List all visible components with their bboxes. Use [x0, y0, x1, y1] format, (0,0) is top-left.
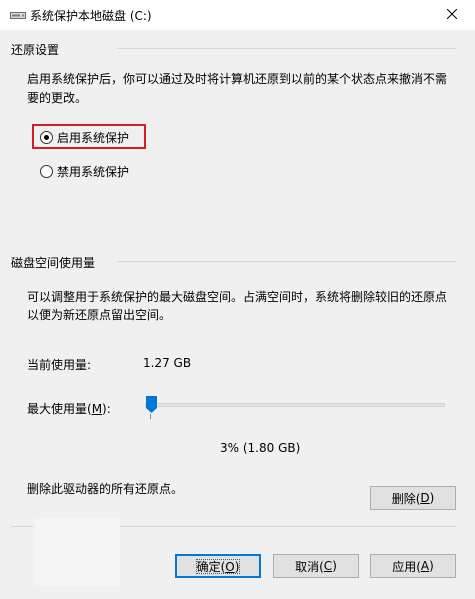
- drive-icon: [10, 12, 26, 19]
- restore-settings-separator: [117, 48, 456, 49]
- apply-button[interactable]: 应用(A): [370, 554, 456, 578]
- restore-description-line1: 启用系统保护后，你可以通过及时将计算机还原到以前的某个状态点来撤消不需: [27, 72, 448, 86]
- max-usage-slider-track[interactable]: [145, 403, 445, 407]
- radio-enable-label: 启用系统保护: [57, 131, 130, 145]
- obscured-area: [34, 518, 120, 586]
- close-button[interactable]: [437, 2, 467, 26]
- radio-disable-protection[interactable]: 禁用系统保护: [40, 163, 129, 180]
- title-bar: 系统保护本地磁盘 (C:): [0, 0, 475, 31]
- window-title: 系统保护本地磁盘 (C:): [30, 9, 152, 23]
- radio-enable-protection[interactable]: 启用系统保护: [40, 129, 129, 146]
- slider-tick: [150, 414, 151, 419]
- cancel-button[interactable]: 取消(C): [273, 554, 359, 578]
- radio-unselected-icon: [40, 165, 53, 178]
- restore-description-line2: 要的更改。: [27, 91, 88, 105]
- disk-usage-heading: 磁盘空间使用量: [11, 256, 96, 270]
- max-usage-value: 3% (1.80 GB): [220, 441, 301, 455]
- delete-button[interactable]: 删除(D): [370, 486, 456, 510]
- current-usage-label: 当前使用量:: [27, 358, 92, 372]
- slider-thumb-icon[interactable]: [146, 396, 157, 413]
- disk-usage-description-line1: 可以调整用于系统保护的最大磁盘空间。占满空间时，系统将删除较旧的还原点: [27, 290, 448, 304]
- delete-description: 删除此驱动器的所有还原点。: [27, 482, 184, 496]
- max-usage-label: 最大使用量(M):: [27, 402, 111, 416]
- disk-usage-separator: [117, 261, 456, 262]
- radio-disable-label: 禁用系统保护: [57, 165, 130, 179]
- ok-button-label: 确定(O): [193, 556, 244, 577]
- close-icon: [447, 9, 457, 19]
- ok-button[interactable]: 确定(O): [175, 554, 261, 578]
- disk-usage-description-line2: 以便为新还原点留出空间。: [27, 308, 172, 322]
- radio-selected-icon: [40, 131, 53, 144]
- restore-settings-heading: 还原设置: [11, 43, 60, 57]
- current-usage-value: 1.27 GB: [143, 356, 192, 370]
